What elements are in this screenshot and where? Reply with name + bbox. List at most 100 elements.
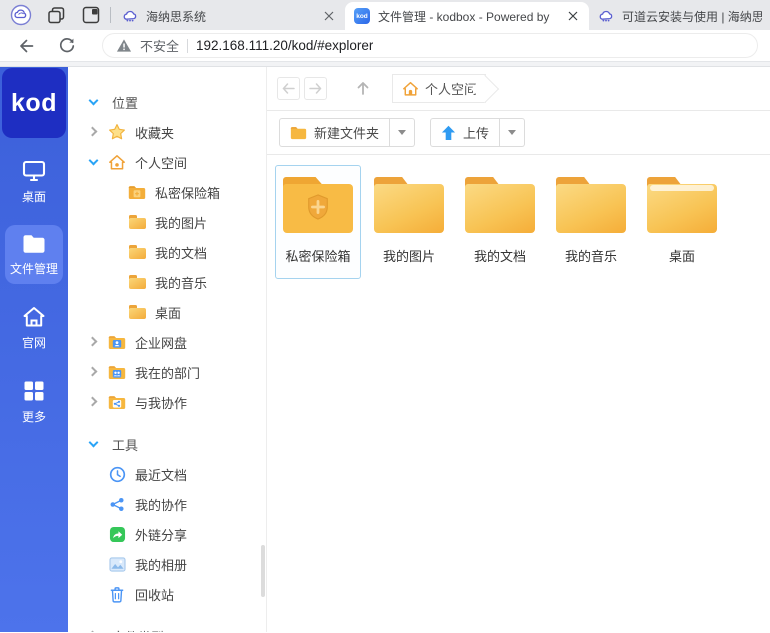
tree-item-shared-with-me[interactable]: 与我协作 bbox=[68, 387, 266, 417]
chevron-spacer bbox=[88, 588, 100, 600]
chevron-spacer bbox=[88, 528, 100, 540]
url-field[interactable]: 不安全 192.168.111.20/kod/#explorer bbox=[102, 33, 758, 58]
chevron-right-icon[interactable] bbox=[88, 396, 100, 408]
chevron-right-icon[interactable] bbox=[88, 366, 100, 378]
sidebar-item-file-manager[interactable]: 文件管理 bbox=[5, 225, 63, 284]
tree-item-external-share[interactable]: 外链分享 bbox=[68, 519, 266, 549]
go-up-icon[interactable] bbox=[351, 77, 375, 101]
chevron-down-icon[interactable] bbox=[88, 96, 100, 108]
tab-title: 海纳思系统 bbox=[146, 8, 315, 25]
folder-vault-icon bbox=[128, 184, 146, 200]
new-folder-dropdown-button[interactable] bbox=[390, 118, 415, 147]
tree-item-my-collaboration[interactable]: 我的协作 bbox=[68, 489, 266, 519]
chevron-spacer bbox=[88, 468, 100, 480]
file-tile-private-vault[interactable]: 私密保险箱 bbox=[275, 165, 361, 279]
file-tile-my-music[interactable]: 我的音乐 bbox=[548, 165, 634, 279]
photo-icon bbox=[108, 556, 126, 572]
new-folder-split-button: 新建文件夹 bbox=[279, 118, 415, 147]
tab-close-icon[interactable] bbox=[321, 8, 337, 24]
sidebar-item-label: 官网 bbox=[22, 334, 46, 351]
chevron-right-icon[interactable] bbox=[88, 126, 100, 138]
file-tile-desktop[interactable]: 桌面 bbox=[639, 165, 725, 279]
url-text[interactable]: 192.168.111.20/kod/#explorer bbox=[196, 38, 373, 53]
tree-item-personal-space[interactable]: 个人空间 bbox=[68, 147, 266, 177]
sidebar-panel-icon[interactable] bbox=[80, 4, 102, 26]
tree-section-label: 工具 bbox=[112, 435, 138, 454]
sidebar-item-label: 更多 bbox=[22, 408, 46, 425]
tree-item-my-albums[interactable]: 我的相册 bbox=[68, 549, 266, 579]
trash-icon bbox=[108, 586, 126, 602]
browser-address-bar: 不安全 192.168.111.20/kod/#explorer bbox=[0, 30, 770, 62]
chevron-down-icon[interactable] bbox=[88, 438, 100, 450]
chevron-down-icon[interactable] bbox=[88, 156, 100, 168]
tree-item-private-vault[interactable]: 私密保险箱 bbox=[68, 177, 266, 207]
tab-stack-icon[interactable] bbox=[45, 4, 67, 26]
chevron-right-icon[interactable] bbox=[88, 336, 100, 348]
browser-profile-cloud-icon[interactable] bbox=[10, 4, 32, 26]
history-back-button[interactable] bbox=[277, 77, 300, 100]
tab-close-icon[interactable] bbox=[565, 8, 581, 24]
tree-item-my-documents[interactable]: 我的文档 bbox=[68, 237, 266, 267]
tree-item-label: 我的协作 bbox=[135, 495, 187, 514]
breadcrumb-label: 个人空间 bbox=[425, 79, 477, 98]
file-manager-main: 个人空间 新建文件夹 上传 bbox=[267, 67, 770, 632]
history-forward-button[interactable] bbox=[304, 77, 327, 100]
file-name: 我的图片 bbox=[367, 246, 451, 265]
folder-user-icon bbox=[108, 334, 126, 350]
sidebar-item-label: 文件管理 bbox=[10, 260, 58, 277]
tree-item-my-pictures[interactable]: 我的图片 bbox=[68, 207, 266, 237]
tab-strip-separator bbox=[110, 7, 111, 23]
folder-tree-panel: 位置 收藏夹 个人空间 私密保险箱 我的图片 我的文档 我的音乐 bbox=[68, 67, 267, 632]
tab-title: 可道云安装与使用 | 海纳思 bbox=[622, 8, 762, 25]
tree-scrollbar-thumb[interactable] bbox=[261, 545, 265, 597]
file-grid: 私密保险箱 我的图片 我的文档 我的音乐 桌面 bbox=[267, 155, 770, 632]
security-status-label[interactable]: 不安全 bbox=[140, 36, 179, 55]
tree-item-favorites[interactable]: 收藏夹 bbox=[68, 117, 266, 147]
file-tile-my-documents[interactable]: 我的文档 bbox=[457, 165, 543, 279]
tree-item-label: 我的音乐 bbox=[155, 273, 207, 292]
tree-item-label: 私密保险箱 bbox=[155, 183, 220, 202]
file-tile-my-pictures[interactable]: 我的图片 bbox=[366, 165, 452, 279]
tree-item-label: 我的文档 bbox=[155, 243, 207, 262]
folder-icon bbox=[374, 177, 444, 233]
tree-item-desktop-folder[interactable]: 桌面 bbox=[68, 297, 266, 327]
tree-item-my-department[interactable]: 我在的部门 bbox=[68, 357, 266, 387]
browser-tab-kodbox-active[interactable]: kod 文件管理 - kodbox - Powered by bbox=[345, 2, 589, 30]
folder-share-icon bbox=[108, 394, 126, 410]
home-orange-icon bbox=[402, 81, 419, 97]
not-secure-warning-icon bbox=[116, 38, 132, 53]
file-name: 我的音乐 bbox=[549, 246, 633, 265]
browser-window-controls bbox=[0, 0, 110, 30]
back-icon[interactable] bbox=[12, 33, 38, 59]
folder-icon bbox=[128, 304, 146, 320]
share-nodes-icon bbox=[108, 496, 126, 512]
new-folder-button[interactable]: 新建文件夹 bbox=[279, 118, 390, 147]
sidebar-item-more[interactable]: 更多 bbox=[5, 371, 63, 432]
tree-item-label: 个人空间 bbox=[135, 153, 187, 172]
chevron-right-icon[interactable] bbox=[88, 630, 100, 632]
tree-section-tools[interactable]: 工具 bbox=[68, 429, 266, 459]
tree-item-label: 企业网盘 bbox=[135, 333, 187, 352]
main-toolbar: 新建文件夹 上传 bbox=[267, 111, 770, 155]
kod-logo[interactable]: kod bbox=[2, 68, 66, 138]
tree-item-label: 与我协作 bbox=[135, 393, 187, 412]
browser-tab-strip: 海纳思系统 kod 文件管理 - kodbox - Powered by 可道云… bbox=[0, 0, 770, 30]
refresh-icon[interactable] bbox=[54, 33, 80, 59]
sidebar-item-desktop[interactable]: 桌面 bbox=[5, 151, 63, 212]
app-sidebar: kod 桌面 文件管理 官网 更多 bbox=[0, 67, 68, 632]
folder-users-icon bbox=[108, 364, 126, 380]
upload-button[interactable]: 上传 bbox=[430, 118, 500, 147]
home-orange-icon bbox=[108, 154, 126, 170]
shield-plus-icon bbox=[305, 193, 331, 221]
tree-section-location[interactable]: 位置 bbox=[68, 87, 266, 117]
tree-item-my-music[interactable]: 我的音乐 bbox=[68, 267, 266, 297]
tree-item-recent-documents[interactable]: 最近文档 bbox=[68, 459, 266, 489]
tree-item-recycle-bin[interactable]: 回收站 bbox=[68, 579, 266, 609]
browser-tab-hinas[interactable]: 海纳思系统 bbox=[113, 2, 345, 30]
browser-tab-kodcloud-docs[interactable]: 可道云安装与使用 | 海纳思 bbox=[589, 2, 770, 30]
tree-item-enterprise-drive[interactable]: 企业网盘 bbox=[68, 327, 266, 357]
sidebar-item-official-site[interactable]: 官网 bbox=[5, 297, 63, 358]
tree-section-file-types[interactable]: 文件类型 bbox=[68, 621, 266, 632]
upload-dropdown-button[interactable] bbox=[500, 118, 525, 147]
url-divider bbox=[187, 39, 188, 53]
